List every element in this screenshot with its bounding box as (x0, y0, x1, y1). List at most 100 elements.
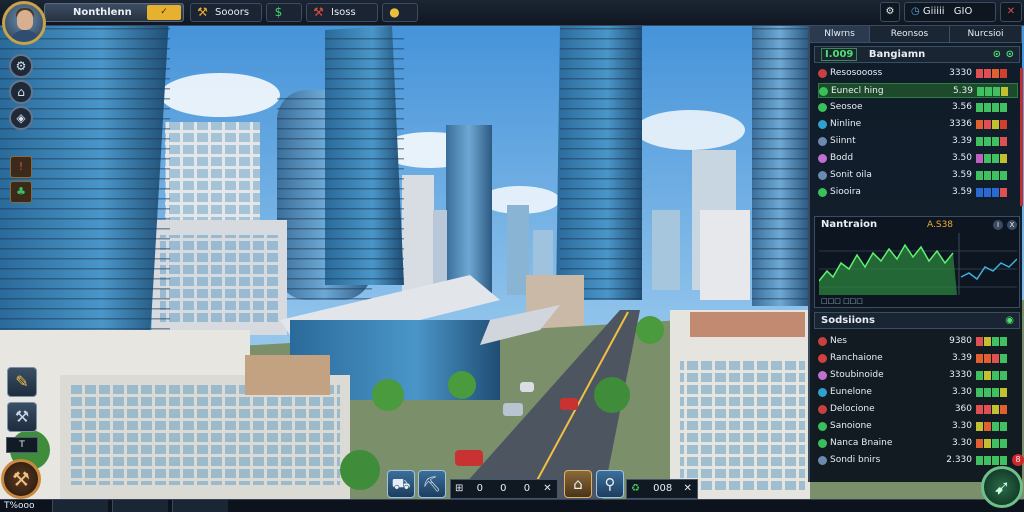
settings-button[interactable]: ⚙ (880, 2, 900, 22)
level-segment (992, 405, 999, 414)
row-value: 3.39 (951, 136, 972, 146)
list-item[interactable]: Eunelone 3.30 (818, 385, 1018, 400)
gamepad-icon: ⊞ (455, 483, 464, 494)
list-item[interactable]: Resosoooss 3330 (818, 66, 1018, 81)
toggle-icon[interactable]: ⊙ (1006, 47, 1014, 62)
chart-info-button[interactable]: I (993, 220, 1003, 230)
level-segment (976, 171, 983, 180)
home-round-button[interactable]: ⌂ (9, 80, 33, 104)
gear-icon: ⚙ (885, 6, 895, 17)
list-item[interactable]: Stoubinoide 3330 (818, 368, 1018, 383)
coin-icon: ● (389, 5, 400, 19)
level-segment (984, 69, 991, 78)
player-avatar[interactable] (2, 1, 46, 45)
row-level-bars (976, 137, 1008, 146)
row-icon (818, 103, 827, 112)
list-item[interactable]: Ranchaione 3.39 (818, 351, 1018, 366)
bottom-slot-2[interactable] (112, 500, 168, 512)
list-item[interactable]: Ninline 3336 (818, 117, 1018, 132)
settings-round-button[interactable]: ⚙ (9, 54, 33, 78)
build-menu-button[interactable]: ⚒ (1, 459, 41, 499)
level-segment (1000, 456, 1007, 465)
row-value: 3.50 (951, 153, 972, 163)
level-segment (1000, 388, 1007, 397)
tab-resources[interactable]: Reonsos (870, 26, 950, 42)
crane-icon: ⚲ (604, 475, 616, 493)
tab-services[interactable]: Nurcsioi (950, 26, 1022, 42)
resource-coins[interactable]: ● (382, 3, 418, 22)
list-item[interactable]: Delocione 360 (818, 402, 1018, 417)
resource-cash[interactable]: $ (266, 3, 302, 22)
build-tool-button[interactable]: ✎ (7, 367, 37, 397)
row-icon (818, 439, 827, 448)
action-slot-bulldoze[interactable]: ⛏ (418, 470, 446, 498)
hammer-icon: ⚒ (12, 467, 30, 491)
action-slot-crane[interactable]: ⚲ (596, 470, 624, 498)
level-segment (976, 456, 983, 465)
tool-label: T (6, 437, 38, 453)
row-icon (818, 354, 827, 363)
level-segment (985, 87, 992, 96)
resource-tools[interactable]: ⚒ Isoss (306, 3, 378, 22)
list-item[interactable]: Eunecl hing 5.39 (818, 83, 1018, 98)
level-segment (1000, 69, 1007, 78)
action-value-bar-1: ⊞ 0 0 0 ✕ (450, 479, 558, 499)
level-segment (992, 354, 999, 363)
gear-icon: ⚙ (15, 59, 27, 73)
bulldozer-icon: ⛏ (422, 475, 442, 493)
list-item[interactable]: Nes 9380 (818, 334, 1018, 349)
tab-overview[interactable]: Nlwrns (810, 26, 870, 42)
list-item[interactable]: Siooira 3.59 (818, 185, 1018, 200)
level-segment (992, 439, 999, 448)
row-value: 360 (954, 404, 972, 414)
level-segment (992, 456, 999, 465)
row-label: Siooira (830, 187, 861, 197)
action-slot-shop[interactable]: ⌂ (564, 470, 592, 498)
player-level-badge: ✓ (147, 5, 181, 20)
info-icon[interactable]: ⊙ (993, 47, 1001, 62)
level-segment (1000, 371, 1007, 380)
row-label: Bodd (830, 153, 854, 163)
row-level-bars (976, 405, 1008, 414)
level-segment (992, 337, 999, 346)
bottom-slot-1[interactable] (52, 500, 108, 512)
level-segment (984, 456, 991, 465)
row-level-bars (976, 422, 1008, 431)
list-item[interactable]: Sanoione 3.30 (818, 419, 1018, 434)
level-segment (976, 154, 983, 163)
row-icon (818, 422, 827, 431)
level-segment (1000, 439, 1007, 448)
repair-tool-button[interactable]: ⚒ (7, 402, 37, 432)
resource-materials-value: Sooors (215, 7, 250, 18)
action-value-4: 008 (653, 483, 673, 494)
city-menu-button[interactable]: ➹ (981, 466, 1023, 508)
level-segment (1000, 337, 1007, 346)
row-label: Siinnt (830, 136, 856, 146)
list-item[interactable]: Siinnt 3.39 (818, 134, 1018, 149)
list-item[interactable]: Nanca Bnaine 3.30 (818, 436, 1018, 451)
level-segment (976, 69, 983, 78)
player-name-plate[interactable]: Nonthlenn ✓ (44, 3, 184, 22)
resource-materials[interactable]: ⚒ Sooors (190, 3, 262, 22)
list-item[interactable]: Bodd 3.50 (818, 151, 1018, 166)
row-level-bars (976, 337, 1008, 346)
map-round-button[interactable]: ◈ (9, 106, 33, 130)
row-level-bars (976, 103, 1008, 112)
list-item[interactable]: Sonit oila 3.59 (818, 168, 1018, 183)
level-segment (1000, 171, 1007, 180)
list-item[interactable]: Seosoe 3.56 (818, 100, 1018, 115)
recycle-icon: ♻ (631, 483, 640, 494)
list-item[interactable]: Sondi bnirs 2.330 (818, 453, 1018, 468)
level-segment (984, 103, 991, 112)
expand-icon[interactable]: ◉ (1005, 313, 1014, 328)
list-scrollbar[interactable] (1020, 68, 1023, 206)
bottom-slot-3[interactable] (172, 500, 228, 512)
row-label: Nanca Bnaine (830, 438, 893, 448)
row-icon (818, 337, 827, 346)
action-slot-vehicle[interactable]: ⛟ (387, 470, 415, 498)
chart-close-button[interactable]: X (1007, 220, 1017, 230)
alert-button[interactable]: ! (10, 156, 32, 178)
close-button[interactable]: ✕ (1000, 2, 1022, 22)
level-segment (984, 137, 991, 146)
plant-button[interactable]: ♣ (10, 181, 32, 203)
